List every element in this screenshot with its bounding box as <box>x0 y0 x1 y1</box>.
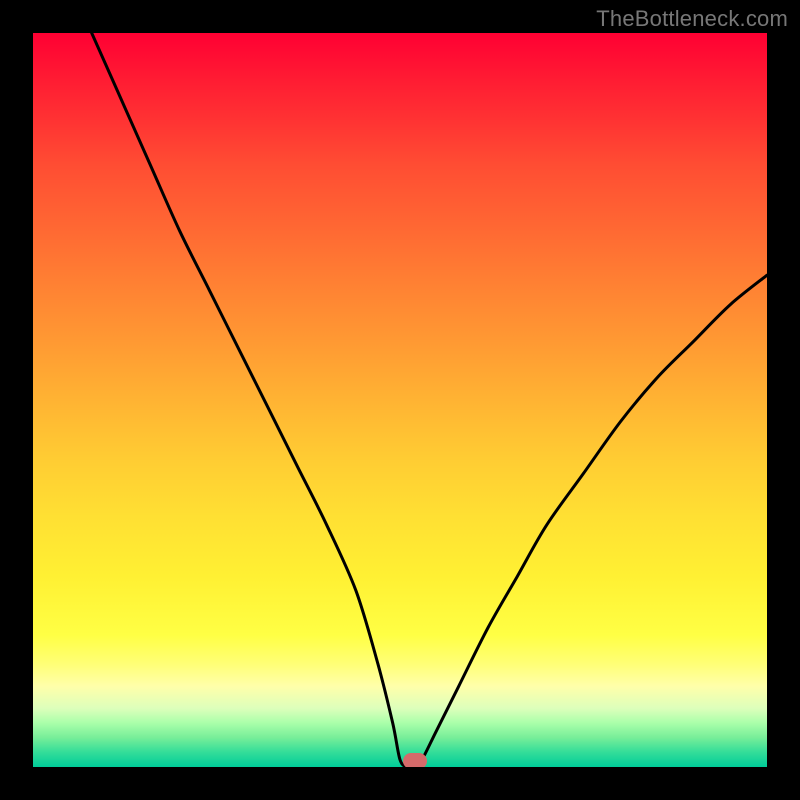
optimal-point-marker <box>403 753 427 767</box>
watermark-text: TheBottleneck.com <box>596 6 788 32</box>
bottleneck-curve-line <box>92 33 767 767</box>
bottleneck-curve-svg <box>33 33 767 767</box>
chart-container: TheBottleneck.com <box>0 0 800 800</box>
plot-area <box>33 33 767 767</box>
